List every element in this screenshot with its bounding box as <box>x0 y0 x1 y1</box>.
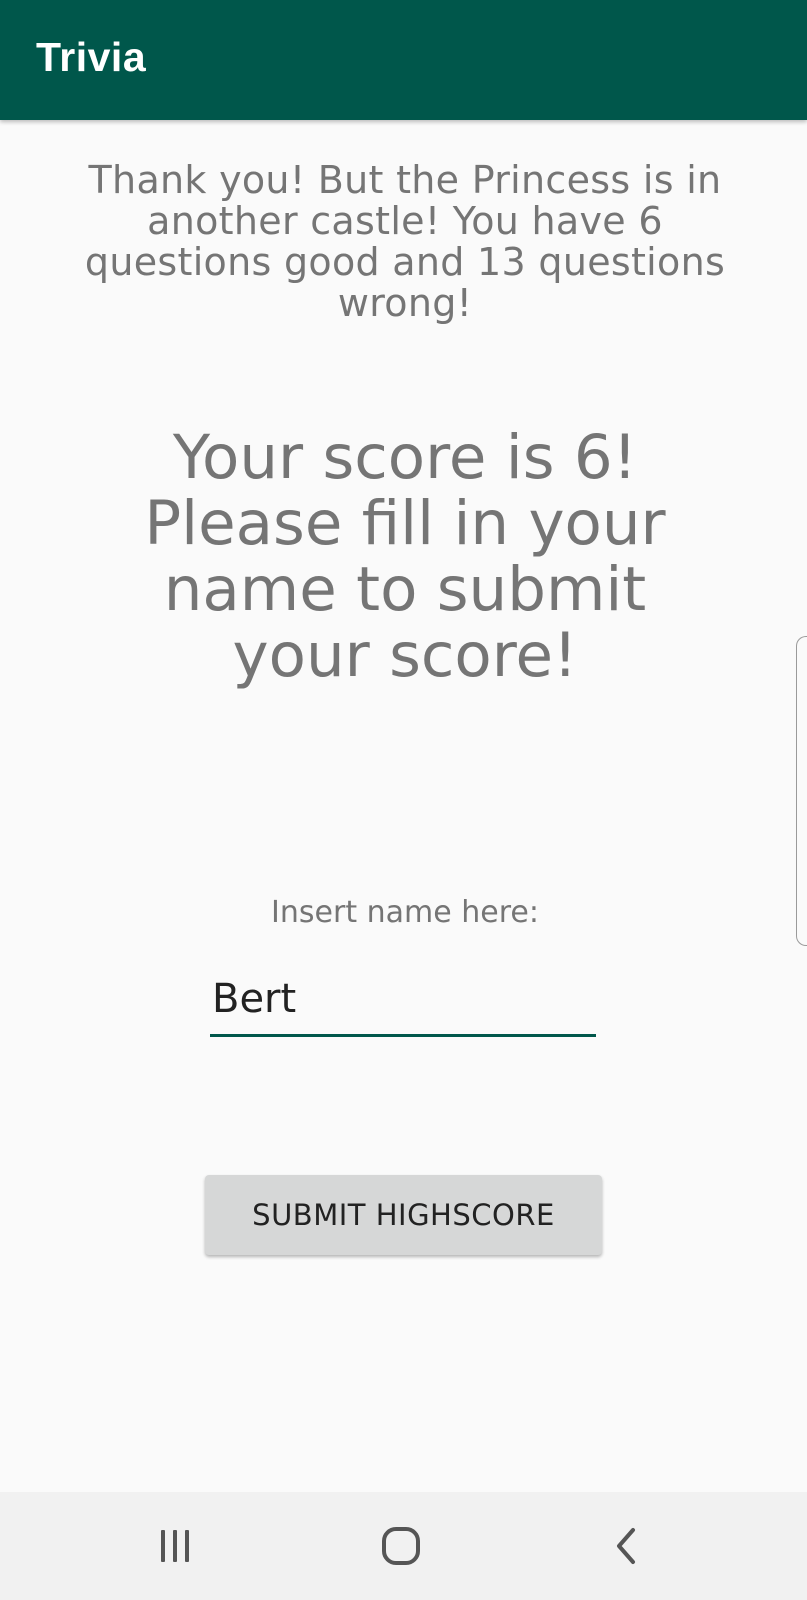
edge-panel-handle[interactable] <box>796 636 807 946</box>
home-icon <box>382 1527 420 1565</box>
app-bar: Trivia <box>0 0 807 120</box>
result-message: Thank you! But the Princess is in anothe… <box>84 158 726 325</box>
submit-highscore-button[interactable]: SUBMIT HIGHSCORE <box>205 1175 602 1255</box>
system-navigation-bar <box>0 1492 807 1600</box>
trivia-result-screen: Trivia Thank you! But the Princess is in… <box>0 0 807 1600</box>
name-input[interactable] <box>210 975 596 1037</box>
recents-button[interactable] <box>115 1492 235 1600</box>
name-input-label: Insert name here: <box>271 895 539 930</box>
home-button[interactable] <box>341 1492 461 1600</box>
back-icon <box>617 1528 635 1564</box>
recents-icon <box>161 1530 189 1562</box>
score-message: Your score is 6! Please fill in your nam… <box>144 422 666 691</box>
app-title: Trivia <box>36 34 147 80</box>
back-button[interactable] <box>567 1492 687 1600</box>
